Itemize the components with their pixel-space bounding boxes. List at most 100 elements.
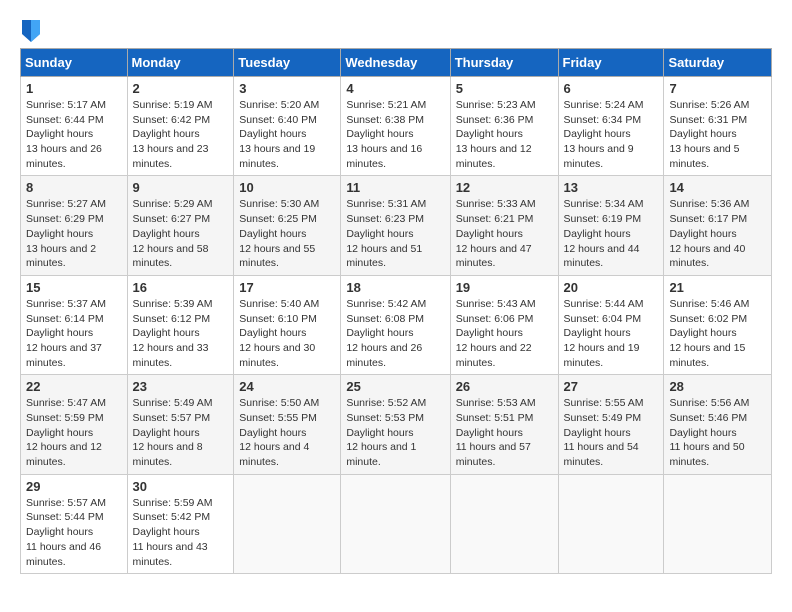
day-number: 18 [346, 280, 444, 295]
calendar-cell: 29 Sunrise: 5:57 AMSunset: 5:44 PMDaylig… [21, 474, 128, 573]
calendar-cell: 14 Sunrise: 5:36 AMSunset: 6:17 PMDaylig… [664, 176, 772, 275]
calendar-cell: 24 Sunrise: 5:50 AMSunset: 5:55 PMDaylig… [234, 375, 341, 474]
day-info: Sunrise: 5:29 AMSunset: 6:27 PMDaylight … [133, 198, 213, 269]
day-number: 20 [564, 280, 659, 295]
calendar-cell: 20 Sunrise: 5:44 AMSunset: 6:04 PMDaylig… [558, 275, 664, 374]
day-info: Sunrise: 5:57 AMSunset: 5:44 PMDaylight … [26, 497, 106, 568]
day-info: Sunrise: 5:40 AMSunset: 6:10 PMDaylight … [239, 298, 319, 369]
day-number: 17 [239, 280, 335, 295]
day-info: Sunrise: 5:43 AMSunset: 6:06 PMDaylight … [456, 298, 536, 369]
logo-text [20, 20, 40, 42]
calendar-cell: 16 Sunrise: 5:39 AMSunset: 6:12 PMDaylig… [127, 275, 234, 374]
day-number: 4 [346, 81, 444, 96]
day-number: 27 [564, 379, 659, 394]
header-tuesday: Tuesday [234, 49, 341, 77]
calendar-cell [558, 474, 664, 573]
day-number: 12 [456, 180, 553, 195]
day-info: Sunrise: 5:36 AMSunset: 6:17 PMDaylight … [669, 198, 749, 269]
calendar-cell: 28 Sunrise: 5:56 AMSunset: 5:46 PMDaylig… [664, 375, 772, 474]
calendar-header-row: SundayMondayTuesdayWednesdayThursdayFrid… [21, 49, 772, 77]
calendar-cell: 19 Sunrise: 5:43 AMSunset: 6:06 PMDaylig… [450, 275, 558, 374]
day-info: Sunrise: 5:53 AMSunset: 5:51 PMDaylight … [456, 397, 536, 468]
calendar-week-row: 8 Sunrise: 5:27 AMSunset: 6:29 PMDayligh… [21, 176, 772, 275]
day-info: Sunrise: 5:52 AMSunset: 5:53 PMDaylight … [346, 397, 426, 468]
day-info: Sunrise: 5:27 AMSunset: 6:29 PMDaylight … [26, 198, 106, 269]
calendar-cell: 13 Sunrise: 5:34 AMSunset: 6:19 PMDaylig… [558, 176, 664, 275]
calendar-cell [234, 474, 341, 573]
day-info: Sunrise: 5:17 AMSunset: 6:44 PMDaylight … [26, 99, 106, 170]
day-number: 3 [239, 81, 335, 96]
calendar-week-row: 29 Sunrise: 5:57 AMSunset: 5:44 PMDaylig… [21, 474, 772, 573]
calendar-cell: 4 Sunrise: 5:21 AMSunset: 6:38 PMDayligh… [341, 77, 450, 176]
calendar-cell: 27 Sunrise: 5:55 AMSunset: 5:49 PMDaylig… [558, 375, 664, 474]
calendar-cell [450, 474, 558, 573]
calendar-cell: 10 Sunrise: 5:30 AMSunset: 6:25 PMDaylig… [234, 176, 341, 275]
day-info: Sunrise: 5:23 AMSunset: 6:36 PMDaylight … [456, 99, 536, 170]
day-info: Sunrise: 5:42 AMSunset: 6:08 PMDaylight … [346, 298, 426, 369]
day-number: 24 [239, 379, 335, 394]
calendar-cell: 11 Sunrise: 5:31 AMSunset: 6:23 PMDaylig… [341, 176, 450, 275]
day-info: Sunrise: 5:19 AMSunset: 6:42 PMDaylight … [133, 99, 213, 170]
calendar-cell: 21 Sunrise: 5:46 AMSunset: 6:02 PMDaylig… [664, 275, 772, 374]
calendar-cell: 26 Sunrise: 5:53 AMSunset: 5:51 PMDaylig… [450, 375, 558, 474]
day-info: Sunrise: 5:39 AMSunset: 6:12 PMDaylight … [133, 298, 213, 369]
calendar-cell: 3 Sunrise: 5:20 AMSunset: 6:40 PMDayligh… [234, 77, 341, 176]
day-info: Sunrise: 5:21 AMSunset: 6:38 PMDaylight … [346, 99, 426, 170]
day-number: 23 [133, 379, 229, 394]
calendar-cell: 23 Sunrise: 5:49 AMSunset: 5:57 PMDaylig… [127, 375, 234, 474]
calendar-cell: 15 Sunrise: 5:37 AMSunset: 6:14 PMDaylig… [21, 275, 128, 374]
day-number: 28 [669, 379, 766, 394]
day-info: Sunrise: 5:30 AMSunset: 6:25 PMDaylight … [239, 198, 319, 269]
day-number: 25 [346, 379, 444, 394]
calendar-cell [664, 474, 772, 573]
page-header [20, 20, 772, 42]
calendar-week-row: 22 Sunrise: 5:47 AMSunset: 5:59 PMDaylig… [21, 375, 772, 474]
day-number: 14 [669, 180, 766, 195]
day-number: 5 [456, 81, 553, 96]
day-number: 1 [26, 81, 122, 96]
day-info: Sunrise: 5:56 AMSunset: 5:46 PMDaylight … [669, 397, 749, 468]
header-monday: Monday [127, 49, 234, 77]
day-info: Sunrise: 5:31 AMSunset: 6:23 PMDaylight … [346, 198, 426, 269]
calendar-cell: 18 Sunrise: 5:42 AMSunset: 6:08 PMDaylig… [341, 275, 450, 374]
day-info: Sunrise: 5:49 AMSunset: 5:57 PMDaylight … [133, 397, 213, 468]
day-number: 15 [26, 280, 122, 295]
day-number: 26 [456, 379, 553, 394]
day-info: Sunrise: 5:24 AMSunset: 6:34 PMDaylight … [564, 99, 644, 170]
calendar-cell [341, 474, 450, 573]
day-info: Sunrise: 5:20 AMSunset: 6:40 PMDaylight … [239, 99, 319, 170]
calendar-table: SundayMondayTuesdayWednesdayThursdayFrid… [20, 48, 772, 574]
calendar-cell: 6 Sunrise: 5:24 AMSunset: 6:34 PMDayligh… [558, 77, 664, 176]
day-number: 9 [133, 180, 229, 195]
day-number: 29 [26, 479, 122, 494]
header-wednesday: Wednesday [341, 49, 450, 77]
calendar-cell: 12 Sunrise: 5:33 AMSunset: 6:21 PMDaylig… [450, 176, 558, 275]
day-number: 21 [669, 280, 766, 295]
calendar-cell: 8 Sunrise: 5:27 AMSunset: 6:29 PMDayligh… [21, 176, 128, 275]
header-sunday: Sunday [21, 49, 128, 77]
day-info: Sunrise: 5:50 AMSunset: 5:55 PMDaylight … [239, 397, 319, 468]
day-info: Sunrise: 5:47 AMSunset: 5:59 PMDaylight … [26, 397, 106, 468]
calendar-cell: 22 Sunrise: 5:47 AMSunset: 5:59 PMDaylig… [21, 375, 128, 474]
day-number: 16 [133, 280, 229, 295]
day-number: 7 [669, 81, 766, 96]
calendar-cell: 7 Sunrise: 5:26 AMSunset: 6:31 PMDayligh… [664, 77, 772, 176]
day-info: Sunrise: 5:55 AMSunset: 5:49 PMDaylight … [564, 397, 644, 468]
day-info: Sunrise: 5:34 AMSunset: 6:19 PMDaylight … [564, 198, 644, 269]
calendar-cell: 30 Sunrise: 5:59 AMSunset: 5:42 PMDaylig… [127, 474, 234, 573]
calendar-cell: 5 Sunrise: 5:23 AMSunset: 6:36 PMDayligh… [450, 77, 558, 176]
calendar-week-row: 15 Sunrise: 5:37 AMSunset: 6:14 PMDaylig… [21, 275, 772, 374]
header-saturday: Saturday [664, 49, 772, 77]
day-info: Sunrise: 5:26 AMSunset: 6:31 PMDaylight … [669, 99, 749, 170]
header-thursday: Thursday [450, 49, 558, 77]
calendar-cell: 2 Sunrise: 5:19 AMSunset: 6:42 PMDayligh… [127, 77, 234, 176]
day-number: 13 [564, 180, 659, 195]
calendar-cell: 25 Sunrise: 5:52 AMSunset: 5:53 PMDaylig… [341, 375, 450, 474]
calendar-week-row: 1 Sunrise: 5:17 AMSunset: 6:44 PMDayligh… [21, 77, 772, 176]
calendar-cell: 17 Sunrise: 5:40 AMSunset: 6:10 PMDaylig… [234, 275, 341, 374]
calendar-cell: 1 Sunrise: 5:17 AMSunset: 6:44 PMDayligh… [21, 77, 128, 176]
logo [20, 20, 40, 42]
header-friday: Friday [558, 49, 664, 77]
day-number: 2 [133, 81, 229, 96]
day-info: Sunrise: 5:37 AMSunset: 6:14 PMDaylight … [26, 298, 106, 369]
